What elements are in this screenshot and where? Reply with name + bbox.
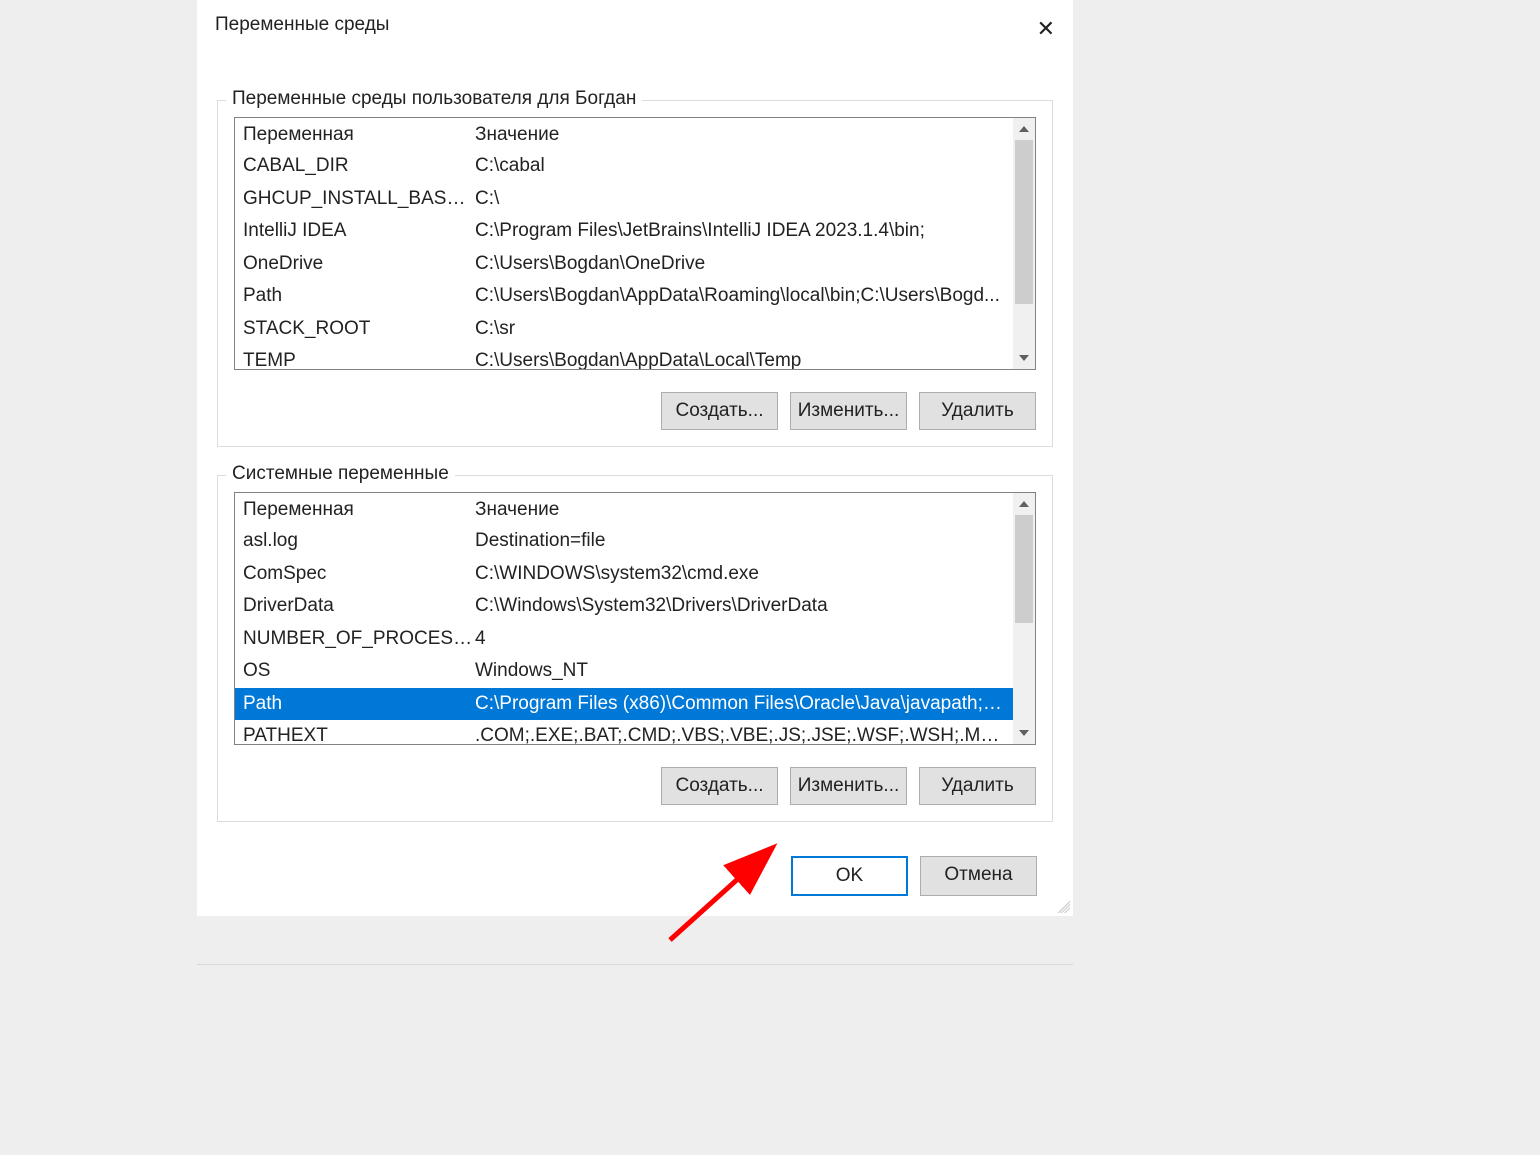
- var-value: C:\Users\Bogdan\AppData\Local\Temp: [475, 347, 1005, 369]
- table-row[interactable]: ComSpecC:\WINDOWS\system32\cmd.exe: [235, 558, 1013, 591]
- var-name: OS: [243, 657, 475, 686]
- scroll-up-icon[interactable]: [1013, 118, 1035, 140]
- var-value: Windows_NT: [475, 657, 1005, 686]
- scroll-up-icon[interactable]: [1013, 493, 1035, 515]
- scroll-down-icon[interactable]: [1013, 722, 1035, 744]
- var-value: .COM;.EXE;.BAT;.CMD;.VBS;.VBE;.JS;.JSE;.…: [475, 722, 1005, 744]
- user-vars-legend: Переменные среды пользователя для Богдан: [226, 88, 642, 110]
- title-bar: Переменные среды ✕: [197, 0, 1073, 44]
- var-name: CABAL_DIR: [243, 152, 475, 181]
- var-value: 4: [475, 625, 1005, 654]
- var-name: Path: [243, 282, 475, 311]
- table-row[interactable]: asl.logDestination=file: [235, 525, 1013, 558]
- table-row[interactable]: OneDriveC:\Users\Bogdan\OneDrive: [235, 248, 1013, 281]
- var-name: NUMBER_OF_PROCESSORS: [243, 625, 475, 654]
- user-edit-button[interactable]: Изменить...: [790, 392, 907, 430]
- column-value-header[interactable]: Значение: [475, 499, 1005, 521]
- scroll-thumb[interactable]: [1015, 515, 1033, 623]
- column-name-header[interactable]: Переменная: [243, 124, 475, 146]
- divider: [197, 964, 1073, 965]
- column-name-header[interactable]: Переменная: [243, 499, 475, 521]
- scroll-down-icon[interactable]: [1013, 347, 1035, 369]
- var-name: ComSpec: [243, 560, 475, 589]
- dialog-footer: OK Отмена: [197, 856, 1037, 896]
- system-vars-listview[interactable]: Переменная Значение asl.logDestination=f…: [234, 492, 1036, 745]
- table-row[interactable]: GHCUP_INSTALL_BASE_PR...C:\: [235, 183, 1013, 216]
- table-row[interactable]: OSWindows_NT: [235, 655, 1013, 688]
- var-value: Destination=file: [475, 527, 1005, 556]
- env-vars-dialog: Переменные среды ✕ Переменные среды поль…: [197, 0, 1073, 916]
- system-vars-legend: Системные переменные: [226, 463, 455, 485]
- var-name: Path: [243, 690, 475, 719]
- list-header: Переменная Значение: [235, 118, 1013, 150]
- table-row[interactable]: PathC:\Users\Bogdan\AppData\Roaming\loca…: [235, 280, 1013, 313]
- var-value: C:\Users\Bogdan\OneDrive: [475, 250, 1005, 279]
- var-value: C:\Users\Bogdan\AppData\Roaming\local\bi…: [475, 282, 1005, 311]
- table-row[interactable]: PathC:\Program Files (x86)\Common Files\…: [235, 688, 1013, 721]
- var-value: C:\Program Files (x86)\Common Files\Orac…: [475, 690, 1005, 719]
- user-vars-group: Переменные среды пользователя для Богдан…: [217, 100, 1053, 447]
- close-icon[interactable]: ✕: [1033, 14, 1059, 44]
- var-name: DriverData: [243, 592, 475, 621]
- scroll-track[interactable]: [1013, 515, 1035, 722]
- scrollbar[interactable]: [1013, 493, 1035, 744]
- var-name: IntelliJ IDEA: [243, 217, 475, 246]
- var-value: C:\Program Files\JetBrains\IntelliJ IDEA…: [475, 217, 1005, 246]
- user-delete-button[interactable]: Удалить: [919, 392, 1036, 430]
- user-buttons-row: Создать... Изменить... Удалить: [234, 392, 1036, 430]
- user-new-button[interactable]: Создать...: [661, 392, 778, 430]
- var-name: TEMP: [243, 347, 475, 369]
- table-row[interactable]: PATHEXT.COM;.EXE;.BAT;.CMD;.VBS;.VBE;.JS…: [235, 720, 1013, 744]
- system-edit-button[interactable]: Изменить...: [790, 767, 907, 805]
- resize-grip-icon[interactable]: [1054, 897, 1070, 913]
- var-value: C:\cabal: [475, 152, 1005, 181]
- table-row[interactable]: DriverDataC:\Windows\System32\Drivers\Dr…: [235, 590, 1013, 623]
- cancel-button[interactable]: Отмена: [920, 856, 1037, 896]
- var-name: asl.log: [243, 527, 475, 556]
- table-row[interactable]: CABAL_DIRC:\cabal: [235, 150, 1013, 183]
- var-name: PATHEXT: [243, 722, 475, 744]
- column-value-header[interactable]: Значение: [475, 124, 1005, 146]
- var-name: STACK_ROOT: [243, 315, 475, 344]
- dialog-title: Переменные среды: [215, 14, 389, 36]
- var-value: C:\: [475, 185, 1005, 214]
- system-new-button[interactable]: Создать...: [661, 767, 778, 805]
- user-vars-listview[interactable]: Переменная Значение CABAL_DIRC:\cabalGHC…: [234, 117, 1036, 370]
- var-value: C:\WINDOWS\system32\cmd.exe: [475, 560, 1005, 589]
- table-row[interactable]: IntelliJ IDEAC:\Program Files\JetBrains\…: [235, 215, 1013, 248]
- list-header: Переменная Значение: [235, 493, 1013, 525]
- ok-button[interactable]: OK: [791, 856, 908, 896]
- scroll-track[interactable]: [1013, 140, 1035, 347]
- var-name: OneDrive: [243, 250, 475, 279]
- scroll-thumb[interactable]: [1015, 140, 1033, 304]
- table-row[interactable]: TEMPC:\Users\Bogdan\AppData\Local\Temp: [235, 345, 1013, 369]
- var-value: C:\sr: [475, 315, 1005, 344]
- system-delete-button[interactable]: Удалить: [919, 767, 1036, 805]
- table-row[interactable]: STACK_ROOTC:\sr: [235, 313, 1013, 346]
- scrollbar[interactable]: [1013, 118, 1035, 369]
- table-row[interactable]: NUMBER_OF_PROCESSORS4: [235, 623, 1013, 656]
- system-buttons-row: Создать... Изменить... Удалить: [234, 767, 1036, 805]
- var-value: C:\Windows\System32\Drivers\DriverData: [475, 592, 1005, 621]
- system-vars-group: Системные переменные Переменная Значение…: [217, 475, 1053, 822]
- var-name: GHCUP_INSTALL_BASE_PR...: [243, 185, 475, 214]
